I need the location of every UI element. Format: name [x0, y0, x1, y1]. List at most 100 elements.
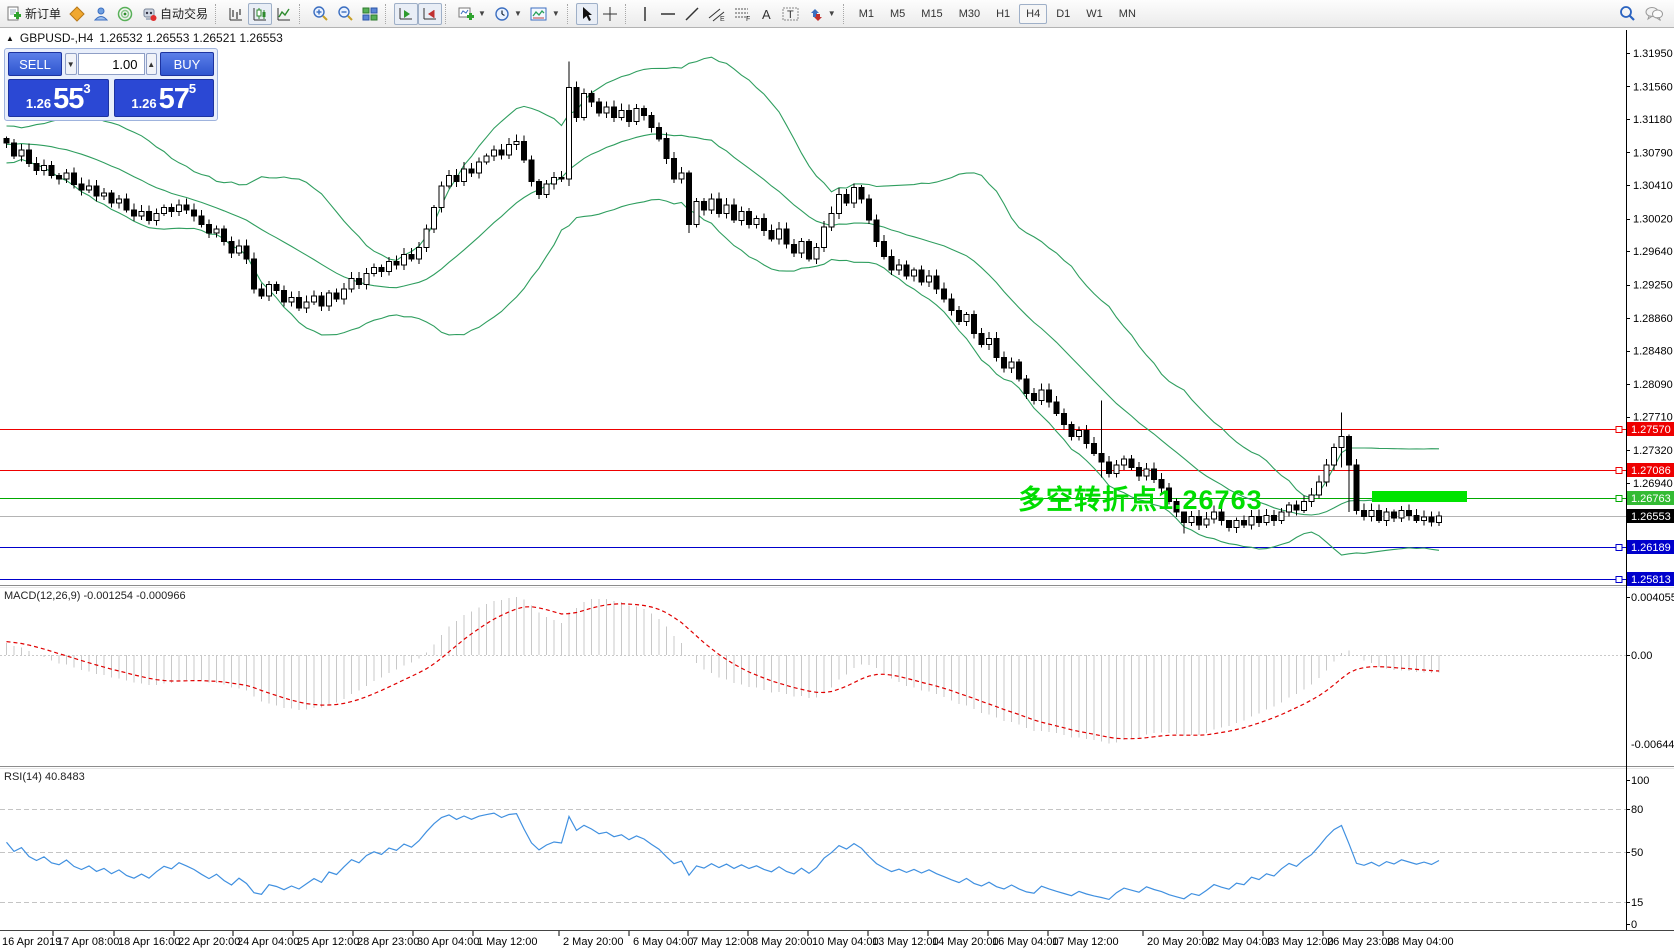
timeframe-button-w1[interactable]: W1 [1079, 4, 1110, 24]
chart-annotation-text[interactable]: 多空转折点1.26763 [1018, 478, 1263, 517]
vertical-line-tool-button[interactable] [634, 3, 656, 25]
indicators-icon [530, 6, 548, 22]
new-chart-button[interactable]: ▼ [454, 3, 490, 25]
dropdown-caret-icon: ▼ [478, 9, 486, 18]
zoom-in-button[interactable] [308, 3, 333, 25]
community-button[interactable] [89, 3, 113, 25]
timeframe-group: M1M5M15M30H1H4D1W1MN [852, 4, 1143, 24]
price-axis[interactable]: 1.319501.315601.311801.307901.304101.300… [1626, 48, 1674, 586]
new-order-button[interactable]: 新订单 [2, 3, 65, 25]
clock-icon [494, 6, 510, 22]
timeframe-button-mn[interactable]: MN [1112, 4, 1143, 24]
horizontal-level-lines[interactable] [0, 427, 1626, 583]
rsi-axis-label: 80 [1631, 804, 1643, 816]
timeframe-button-d1[interactable]: D1 [1049, 4, 1077, 24]
rsi-indicator-label: RSI(14) 40.8483 [4, 771, 85, 783]
fibonacci-tool-button[interactable]: F [730, 3, 756, 25]
volume-input[interactable] [78, 53, 145, 75]
zoom-in-icon [312, 5, 329, 22]
bar-chart-button[interactable] [224, 3, 248, 25]
main-toolbar: 新订单 自动交易 [0, 0, 1674, 28]
line-anchor [1616, 427, 1622, 433]
price-tick-label: 1.30020 [1633, 214, 1673, 226]
time-tick-label: 28 May 04:00 [1387, 936, 1454, 948]
timeframe-button-m1[interactable]: M1 [852, 4, 881, 24]
horizontal-line-icon [660, 9, 676, 19]
autotrading-button[interactable]: 自动交易 [137, 3, 212, 25]
highlight-rectangle[interactable] [1372, 491, 1467, 502]
rsi-line [7, 813, 1440, 899]
buy-price-display[interactable]: 1.26 57 5 [114, 79, 215, 117]
price-tick-label: 1.29640 [1633, 246, 1673, 258]
dropdown-caret-icon: ▼ [514, 9, 522, 18]
price-tick-label: 1.26940 [1633, 478, 1673, 490]
auto-scroll-icon [398, 6, 414, 22]
auto-scroll-button[interactable] [394, 3, 418, 25]
channel-tool-button[interactable]: E [704, 3, 730, 25]
time-axis[interactable]: 16 Apr 201917 Apr 08:0018 Apr 16:0022 Ap… [2, 931, 1454, 948]
line-anchor [1616, 545, 1622, 551]
chart-shift-button[interactable] [418, 3, 442, 25]
sell-button[interactable]: SELL [8, 52, 62, 76]
price-tick-label: 1.31950 [1633, 48, 1673, 60]
chart-canvas[interactable]: 1.319501.315601.311801.307901.304101.300… [0, 0, 1674, 951]
highlight-button[interactable] [65, 3, 89, 25]
time-tick-label: 2 May 20:00 [563, 936, 624, 948]
time-tick-label: 26 May 23:00 [1327, 936, 1394, 948]
time-tick-label: 25 Apr 12:00 [297, 936, 359, 948]
chat-icon[interactable] [1644, 5, 1664, 23]
svg-text:T: T [787, 9, 794, 21]
volume-increase-button[interactable]: ▲ [146, 53, 158, 75]
tile-windows-button[interactable] [358, 3, 382, 25]
text-tool-button[interactable]: A [756, 3, 778, 25]
candlestick-chart-button[interactable] [248, 3, 272, 25]
price-tick-label: 1.29250 [1633, 280, 1673, 292]
indicators-button[interactable]: ▼ [526, 3, 564, 25]
time-tick-label: 22 Apr 20:00 [178, 936, 240, 948]
signals-button[interactable] [113, 3, 137, 25]
price-tick-label: 1.27710 [1633, 412, 1673, 424]
svg-text:E: E [720, 16, 725, 22]
text-label-tool-button[interactable]: T [778, 3, 804, 25]
timeframe-button-h1[interactable]: H1 [989, 4, 1017, 24]
arrows-tool-button[interactable]: ▼ [804, 3, 840, 25]
time-tick-label: 13 May 12:00 [872, 936, 939, 948]
time-tick-label: 30 Apr 04:00 [417, 936, 479, 948]
sell-price-display[interactable]: 1.26 55 3 [8, 79, 109, 117]
macd-indicator-label: MACD(12,26,9) -0.001254 -0.000966 [4, 590, 186, 602]
timeframe-button-m30[interactable]: M30 [952, 4, 987, 24]
line-chart-button[interactable] [272, 3, 296, 25]
price-tick-label: 1.28480 [1633, 346, 1673, 358]
buy-button[interactable]: BUY [160, 52, 214, 76]
volume-decrease-button[interactable]: ▼ [65, 53, 77, 75]
signals-icon [117, 6, 133, 22]
search-icon[interactable] [1618, 5, 1636, 23]
toolbar-separator [299, 4, 305, 24]
timeframe-button-h4[interactable]: H4 [1019, 4, 1047, 24]
zoom-out-button[interactable] [333, 3, 358, 25]
rsi-axis[interactable]: 1008050150 [1626, 775, 1649, 931]
tile-windows-icon [362, 6, 378, 22]
new-order-label: 新订单 [25, 5, 61, 22]
time-tick-label: 28 Apr 23:00 [357, 936, 419, 948]
ohlc-values: 1.26532 1.26553 1.26521 1.26553 [99, 31, 283, 45]
zoom-out-icon [337, 5, 354, 22]
collapse-triangle-icon[interactable]: ▲ [6, 34, 14, 43]
macd-axis[interactable]: 0.0040550.00-0.006442 [1626, 592, 1674, 751]
timeframe-button-m15[interactable]: M15 [914, 4, 949, 24]
cursor-tool-button[interactable] [576, 3, 598, 25]
new-order-icon [6, 6, 22, 22]
toolbar-separator [843, 4, 849, 24]
toolbar-separator [625, 4, 631, 24]
buy-price-big: 57 [159, 85, 189, 114]
trendline-tool-button[interactable] [680, 3, 704, 25]
one-click-trading-panel: SELL ▼ ▲ BUY 1.26 55 3 1.26 57 5 [4, 48, 218, 121]
period-clock-button[interactable]: ▼ [490, 3, 526, 25]
crosshair-tool-button[interactable] [598, 3, 622, 25]
time-tick-label: 6 May 04:00 [633, 936, 694, 948]
timeframe-button-m5[interactable]: M5 [883, 4, 912, 24]
macd-axis-label: 0.00 [1631, 650, 1652, 662]
horizontal-line-tool-button[interactable] [656, 3, 680, 25]
price-tick-label: 1.31560 [1633, 81, 1673, 93]
chart-title: ▲ GBPUSD-,H4 1.26532 1.26553 1.26521 1.2… [6, 31, 283, 45]
